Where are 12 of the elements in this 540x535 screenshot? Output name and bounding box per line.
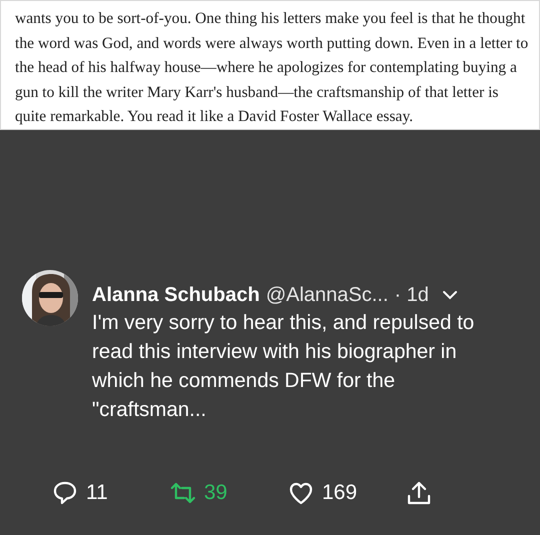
tweet-text: I'm very sorry to hear this, and repulsed to read this interview with his biographer in which he commends DFW for the "craftsman... [92,310,476,423]
speech-bubble-icon [52,480,78,506]
like-button[interactable]: 169 [288,480,406,506]
tweet-time: · 1d [394,283,429,308]
reply-button[interactable]: 11 [52,480,170,506]
share-icon [406,480,432,506]
user-handle: @AlannaSc... [266,283,388,308]
retweet-icon [170,480,196,506]
heart-icon [288,480,314,506]
retweet-button[interactable]: 39 [170,480,288,506]
user-name: Alanna Schubach [92,283,260,308]
excerpt-text: wants you to be sort-of-you. One thing his letters make you feel is that he thought the word was God, and words were always worth putting down. Even in a letter to the head of his halfway house—where he apologizes for contemplating buying a gun to kill the writer Mary Karr's husband—the craftsmanship of that letter is quite remarkable. You read it like a David Foster Wallace essay. [15,9,530,128]
